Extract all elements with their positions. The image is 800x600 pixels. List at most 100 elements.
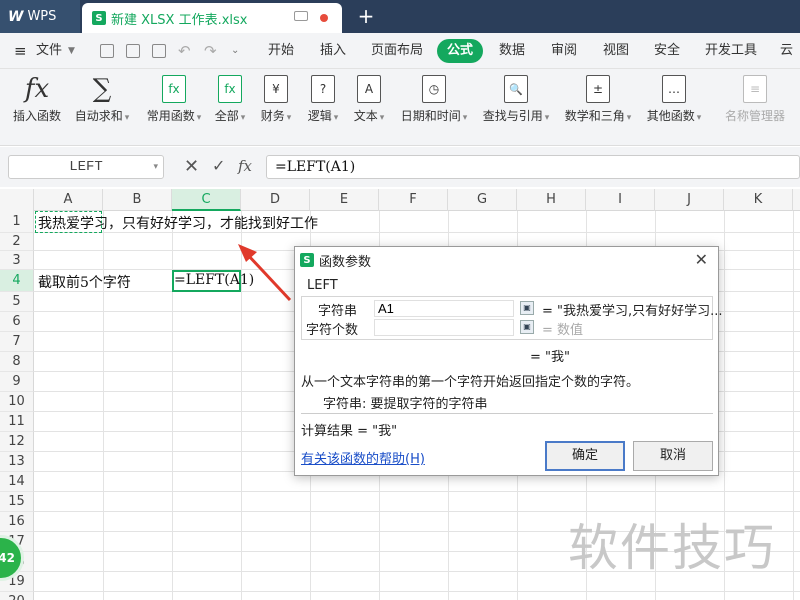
function-arguments-dialog: S 函数参数 ✕ LEFT 字符串 ▣ = "我热爱学习,只有好好学习... 字… <box>294 246 723 476</box>
math-trig-button[interactable]: ± 数学和三角 ▾ <box>560 75 636 124</box>
math-trig-label: 数学和三角 <box>564 109 625 123</box>
confirm-formula-icon[interactable]: ✓ <box>212 156 225 175</box>
menu-file[interactable]: 文件 <box>36 33 62 69</box>
menu-insert[interactable]: 插入 <box>320 33 346 69</box>
close-icon[interactable]: ✕ <box>695 250 708 269</box>
collapse-dialog-icon[interactable]: ▣ <box>520 320 534 334</box>
undo-icon[interactable]: ↶ <box>178 33 191 69</box>
wps-tab-label: WPS <box>27 9 57 24</box>
other-functions-button[interactable]: … 其他函数 ▾ <box>642 75 706 124</box>
text-functions-button[interactable]: A 文本 ▾ <box>349 75 389 124</box>
calculation-result: 计算结果 = "我" <box>301 424 398 439</box>
cancel-formula-icon[interactable]: ✕ <box>184 156 199 177</box>
other-functions-label: 其他函数 <box>646 109 695 123</box>
unsaved-dot-icon[interactable] <box>320 14 328 22</box>
name-manager-button[interactable]: ≡ 名称管理器 <box>722 75 788 124</box>
save-icon[interactable] <box>100 44 114 58</box>
collapse-dialog-icon[interactable]: ▣ <box>520 301 534 315</box>
file-dropdown-icon[interactable]: ▼ <box>68 33 75 69</box>
column-header-e[interactable]: E <box>310 189 379 211</box>
monitor-icon[interactable] <box>294 11 308 21</box>
divider <box>301 413 713 414</box>
insert-function-fx-icon[interactable]: fx <box>238 157 252 175</box>
column-header-k[interactable]: K <box>724 189 793 211</box>
row-header-15[interactable]: 15 <box>0 492 34 512</box>
row-header-6[interactable]: 6 <box>0 312 34 332</box>
date-time-label: 日期和时间 <box>400 109 461 123</box>
redo-icon[interactable]: ↷ <box>204 33 217 69</box>
menu-developer[interactable]: 开发工具 <box>705 33 757 69</box>
select-all-corner[interactable] <box>0 189 34 211</box>
print-preview-icon[interactable] <box>152 44 166 58</box>
menu-cloud[interactable]: 云服 <box>780 33 800 94</box>
row-header-10[interactable]: 10 <box>0 392 34 412</box>
common-functions-button[interactable]: fx 常用函数 ▾ <box>142 75 206 124</box>
logic-button[interactable]: ? 逻辑 ▾ <box>303 75 343 124</box>
all-functions-button[interactable]: fx 全部 ▾ <box>212 75 248 124</box>
row-header-1[interactable]: 1 <box>0 211 34 233</box>
document-tab[interactable]: S 新建 XLSX 工作表.xlsx <box>82 3 342 33</box>
all-fx-icon: fx <box>218 75 242 103</box>
column-header-g[interactable]: G <box>448 189 517 211</box>
row-header-20[interactable]: 20 <box>0 592 34 600</box>
column-header-f[interactable]: F <box>379 189 448 211</box>
hamburger-menu-icon[interactable]: ≡ <box>14 33 27 69</box>
column-header-c[interactable]: C <box>172 189 241 211</box>
new-tab-button[interactable]: + <box>356 3 376 29</box>
row-header-16[interactable]: 16 <box>0 512 34 532</box>
text-functions-label: 文本 <box>353 109 378 123</box>
argument-description: 字符串: 要提取字符的字符串 <box>323 397 488 412</box>
insert-function-label: 插入函数 <box>12 109 61 123</box>
document-tab-label: 新建 XLSX 工作表.xlsx <box>111 12 248 28</box>
column-header-j[interactable]: J <box>655 189 724 211</box>
menu-security[interactable]: 安全 <box>654 33 680 69</box>
insert-function-button[interactable]: fx 插入函数 <box>10 74 64 124</box>
row-header-9[interactable]: 9 <box>0 372 34 392</box>
arg1-input[interactable] <box>374 300 514 317</box>
row-header-8[interactable]: 8 <box>0 352 34 372</box>
name-box[interactable]: LEFT ▾ <box>8 155 164 179</box>
row-header-4[interactable]: 4 <box>0 270 34 292</box>
menu-formulas[interactable]: 公式 <box>437 39 483 63</box>
cell-a1[interactable]: 我热爱学习，只有好好学习，才能找到好工作 <box>38 213 318 233</box>
finance-button[interactable]: ¥ 财务 ▾ <box>256 75 296 124</box>
menu-data[interactable]: 数据 <box>499 33 525 69</box>
row-header-12[interactable]: 12 <box>0 432 34 452</box>
print-icon[interactable] <box>126 44 140 58</box>
row-header-3[interactable]: 3 <box>0 251 34 270</box>
row-header-7[interactable]: 7 <box>0 332 34 352</box>
lookup-reference-button[interactable]: 🔍 查找与引用 ▾ <box>478 75 554 124</box>
function-help-link[interactable]: 有关该函数的帮助(H) <box>301 448 425 467</box>
column-header-h[interactable]: H <box>517 189 586 211</box>
quick-access-dropdown-icon[interactable]: ⌄ <box>231 33 239 69</box>
menu-view[interactable]: 视图 <box>603 33 629 69</box>
row-header-11[interactable]: 11 <box>0 412 34 432</box>
sigma-icon: ∑ <box>92 74 112 104</box>
function-name: LEFT <box>307 278 338 293</box>
menu-page-layout[interactable]: 页面布局 <box>371 33 423 69</box>
autosum-button[interactable]: ∑ 自动求和 ▾ <box>72 74 132 124</box>
ok-button[interactable]: 确定 <box>545 441 625 471</box>
arg2-result: = 数值 <box>542 323 584 338</box>
row-header-13[interactable]: 13 <box>0 452 34 472</box>
column-header-d[interactable]: D <box>241 189 310 211</box>
menu-home[interactable]: 开始 <box>268 33 294 69</box>
cancel-button[interactable]: 取消 <box>633 441 713 471</box>
row-header-5[interactable]: 5 <box>0 292 34 312</box>
common-functions-label: 常用函数 <box>146 109 195 123</box>
cell-a4[interactable]: 截取前5个字符 <box>38 272 131 292</box>
dialog-title-bar[interactable]: S 函数参数 <box>295 247 718 273</box>
row-header-2[interactable]: 2 <box>0 233 34 251</box>
watermark: 软件技巧 <box>568 519 776 577</box>
formula-input[interactable]: =LEFT(A1) <box>266 155 800 179</box>
menu-review[interactable]: 审阅 <box>551 33 577 69</box>
wps-home-tab[interactable]: W WPS <box>0 0 80 33</box>
name-box-dropdown-icon[interactable]: ▾ <box>153 162 158 172</box>
arg1-result: = "我热爱学习,只有好好学习... <box>542 304 723 319</box>
date-time-button[interactable]: ◷ 日期和时间 ▾ <box>396 75 472 124</box>
column-header-i[interactable]: I <box>586 189 655 211</box>
column-header-b[interactable]: B <box>103 189 172 211</box>
column-header-a[interactable]: A <box>34 189 103 211</box>
arg2-input[interactable] <box>374 319 514 336</box>
row-header-14[interactable]: 14 <box>0 472 34 492</box>
